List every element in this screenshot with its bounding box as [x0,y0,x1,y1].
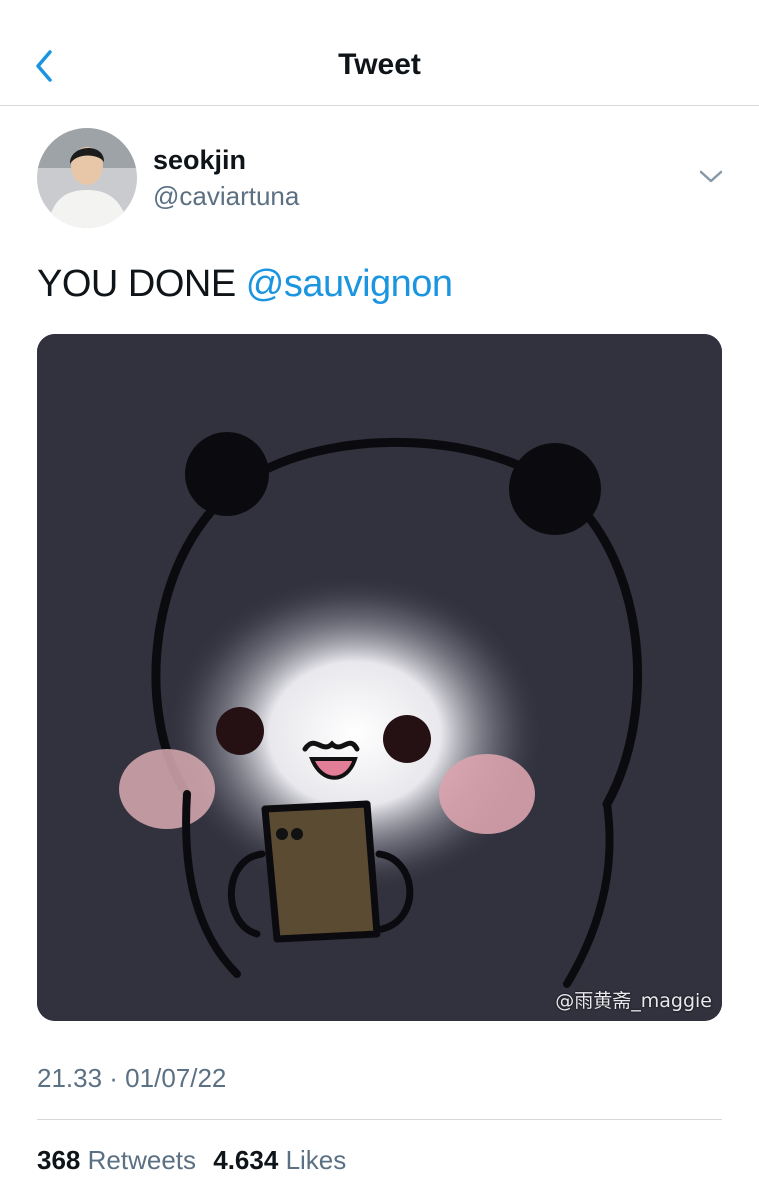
tweet-text: YOU DONE @sauvignon [37,263,453,306]
tweet-image[interactable]: @雨黄斋_maggie [37,334,722,1021]
top-bar: Tweet [0,0,759,106]
tweet-body: YOU DONE [37,263,246,305]
retweets-stat[interactable]: 368 Retweets [37,1145,196,1175]
author-handle[interactable]: @caviartuna [153,181,299,212]
author-name[interactable]: seokjin [153,145,246,176]
likes-count: 4.634 [213,1145,279,1175]
page-title: Tweet [338,48,421,81]
likes-stat[interactable]: 4.634 Likes [213,1145,346,1175]
retweets-count: 368 [37,1145,81,1175]
mention-link[interactable]: @sauvignon [246,263,453,305]
retweets-label: Retweets [87,1145,197,1175]
avatar[interactable] [37,128,137,228]
divider [37,1119,722,1120]
chevron-down-icon[interactable] [698,168,724,186]
likes-label: Likes [285,1145,347,1175]
tweet-stats: 368 Retweets 4.634 Likes [37,1145,356,1176]
image-watermark: @雨黄斋_maggie [555,990,712,1012]
tweet-timestamp[interactable]: 21.33 · 01/07/22 [37,1063,226,1094]
panda-image [37,334,722,1021]
